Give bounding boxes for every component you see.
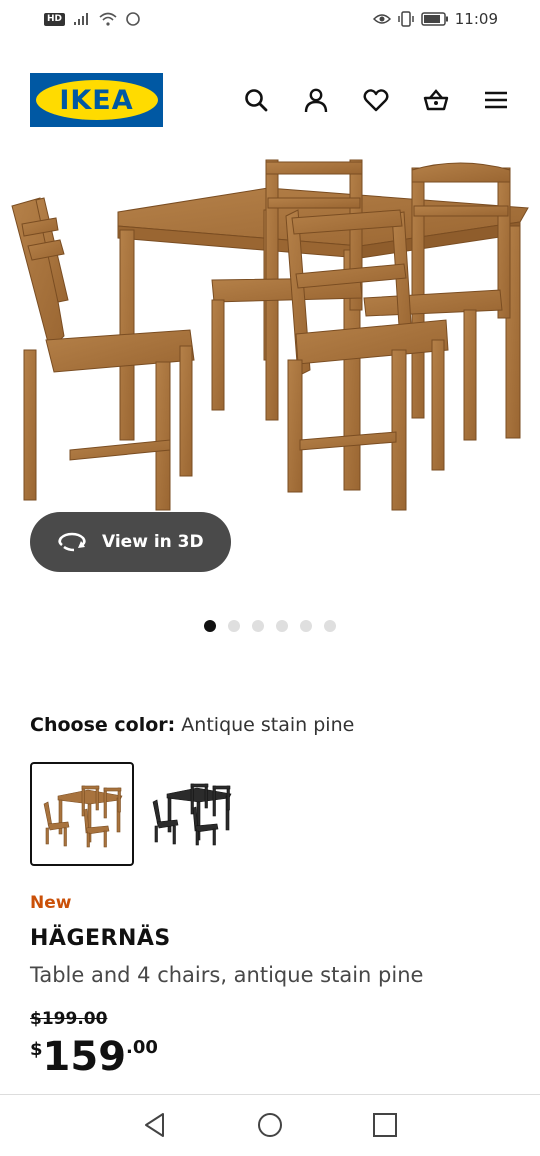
price-integer: 159 <box>42 1034 127 1080</box>
logo-text: IKEA <box>59 84 134 116</box>
search-icon[interactable] <box>242 86 270 114</box>
swatch-image-black <box>152 783 232 846</box>
ikea-logo[interactable]: IKEA <box>30 73 163 127</box>
header-nav <box>242 86 510 114</box>
gallery-dot-6[interactable] <box>324 620 336 632</box>
recents-icon[interactable] <box>371 1111 399 1139</box>
heart-icon[interactable] <box>362 86 390 114</box>
product-description: Table and 4 chairs, antique stain pine <box>30 963 424 987</box>
rotate-3d-icon <box>58 532 86 552</box>
status-bar: HD 11:09 <box>0 0 540 40</box>
view-in-3d-button[interactable]: View in 3D <box>30 512 231 572</box>
gallery-dot-2[interactable] <box>228 620 240 632</box>
clock: 11:09 <box>454 10 498 28</box>
new-badge: New <box>30 893 72 913</box>
status-left: HD <box>44 11 141 27</box>
menu-icon[interactable] <box>482 86 510 114</box>
swatch-image-pine <box>43 785 123 848</box>
view-in-3d-label: View in 3D <box>102 532 204 552</box>
vibrate-icon <box>398 11 414 27</box>
system-nav-bar <box>0 1095 540 1156</box>
old-price: $199.00 <box>30 1009 108 1029</box>
account-icon[interactable] <box>302 86 330 114</box>
gallery-pagination <box>204 620 336 632</box>
logo-oval: IKEA <box>35 80 158 120</box>
price-currency: $ <box>30 1039 43 1060</box>
chair-front-left <box>11 197 195 511</box>
price-decimal: .00 <box>126 1037 158 1058</box>
gallery-dot-3[interactable] <box>252 620 264 632</box>
product-image[interactable] <box>0 150 540 520</box>
current-price: $ 159 .00 <box>30 1033 158 1081</box>
status-right: 11:09 <box>372 10 498 28</box>
color-label-heading: Choose color: <box>30 714 176 736</box>
color-label: Choose color: Antique stain pine <box>30 714 354 736</box>
signal-icon <box>74 13 89 25</box>
gallery-dot-5[interactable] <box>300 620 312 632</box>
selected-color-name: Antique stain pine <box>181 714 355 736</box>
header: IKEA <box>0 72 540 128</box>
basket-icon[interactable] <box>422 86 450 114</box>
back-icon[interactable] <box>141 1111 169 1139</box>
battery-icon <box>421 12 448 26</box>
color-swatch-antique-stain-pine[interactable] <box>30 762 134 866</box>
hd-badge: HD <box>44 12 66 26</box>
home-icon[interactable] <box>256 1111 284 1139</box>
wifi-icon <box>99 12 117 26</box>
eye-icon <box>372 14 391 24</box>
color-swatch-black[interactable] <box>141 762 245 866</box>
gallery-dot-1[interactable] <box>204 620 216 632</box>
product-name: HÄGERNÄS <box>30 926 171 951</box>
sync-icon <box>126 12 140 26</box>
gallery-dot-4[interactable] <box>276 620 288 632</box>
